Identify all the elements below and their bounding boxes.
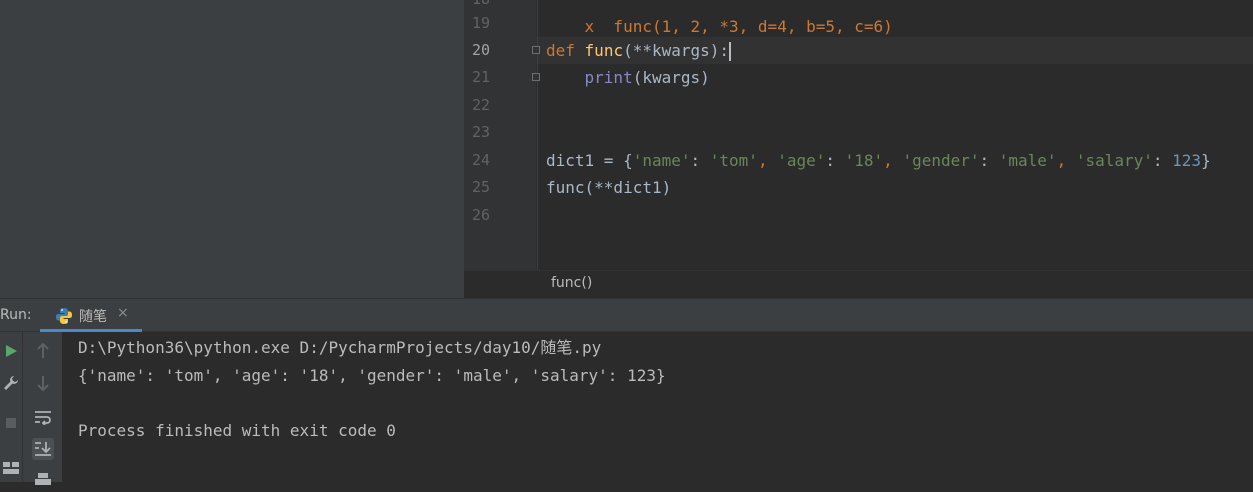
run-label: Run: (0, 307, 32, 323)
wrench-icon (4, 376, 18, 390)
rerun-button[interactable] (0, 340, 22, 362)
dict-key: 'salary' (1075, 151, 1153, 170)
dict-key: 'name' (632, 151, 691, 170)
line-number: 24 (471, 151, 490, 169)
layout-icon (3, 462, 19, 474)
breadcrumb[interactable]: func() (551, 275, 592, 291)
soft-wrap-button[interactable] (32, 406, 54, 428)
code-line-20[interactable]: def func(**kwargs): (546, 37, 732, 64)
project-panel (0, 0, 464, 298)
code-line-24[interactable]: dict1 = {'name': 'tom', 'age': '18', 'ge… (546, 147, 1211, 174)
print-args: (kwargs) (632, 68, 710, 87)
printer-icon (35, 473, 51, 485)
run-toolbar-primary (0, 332, 22, 482)
line-number: 22 (471, 96, 490, 114)
code-editor[interactable]: 18 19 20 21 22 23 24 25 26 x func(1, 2, … (464, 0, 1253, 298)
code-line-25[interactable]: func(**dict1) (546, 174, 671, 201)
play-icon (6, 345, 17, 357)
fold-open-icon[interactable] (532, 46, 540, 54)
builtin-print: print (584, 68, 633, 87)
dict-value-number: 123 (1172, 151, 1202, 170)
code-line-partial[interactable]: x func(1, 2, *3, d=4, b=5, c=6) (546, 0, 893, 36)
print-button[interactable] (32, 470, 54, 492)
breadcrumb-bar: func() (464, 270, 1253, 299)
function-params: (**kwargs): (623, 41, 730, 60)
scroll-to-end-icon (35, 442, 51, 456)
scroll-to-end-button[interactable] (32, 438, 54, 460)
soft-wrap-icon (35, 411, 51, 425)
run-toolbar-secondary (22, 332, 62, 485)
line-number-gutter: 18 19 20 21 22 23 24 25 26 (464, 0, 536, 298)
down-stack-button[interactable] (32, 372, 54, 394)
stop-icon (6, 418, 16, 428)
function-name: func (584, 41, 624, 60)
text-caret (729, 42, 732, 61)
dict-close: } (1201, 151, 1211, 170)
indent-guide (537, 0, 538, 270)
arrow-up-icon (37, 343, 49, 358)
dict-assign: dict1 = { (546, 151, 633, 170)
dict-key: 'age' (777, 151, 826, 170)
line-number: 21 (471, 68, 490, 86)
stop-button[interactable] (0, 412, 22, 434)
line-number-current: 20 (471, 41, 490, 59)
code-line-21[interactable]: print(kwargs) (546, 64, 710, 91)
python-icon (56, 308, 72, 324)
line-number: 26 (471, 206, 490, 224)
line-number: 25 (471, 178, 490, 196)
run-tab[interactable]: 随笔 × (40, 299, 142, 332)
dict-value: 'male' (998, 151, 1057, 170)
settings-button[interactable] (0, 372, 22, 394)
fold-end-icon[interactable] (532, 73, 540, 81)
dict-value: 'tom' (709, 151, 758, 170)
dict-key: 'gender' (902, 151, 980, 170)
dict-value: '18' (844, 151, 884, 170)
console-line-command: D:\Python36\python.exe D:/PycharmProject… (78, 338, 602, 357)
layout-button[interactable] (0, 456, 22, 478)
console-output[interactable]: D:\Python36\python.exe D:/PycharmProject… (62, 332, 1253, 482)
code-text: x func(1, 2, *3, d=4, b=5, c=6) (584, 17, 893, 36)
line-number: 23 (471, 123, 490, 141)
run-toolwindow-header: Run: 随笔 × (0, 298, 1253, 332)
up-stack-button[interactable] (32, 340, 54, 362)
line-number: 19 (471, 14, 490, 32)
console-line-exit: Process finished with exit code 0 (78, 421, 396, 440)
run-tab-label: 随笔 (79, 309, 107, 325)
function-call: func(**dict1) (546, 178, 672, 197)
keyword-def: def (546, 41, 575, 60)
arrow-down-icon (37, 376, 49, 391)
console-line-output: {'name': 'tom', 'age': '18', 'gender': '… (78, 366, 666, 385)
close-icon[interactable]: × (117, 305, 129, 321)
